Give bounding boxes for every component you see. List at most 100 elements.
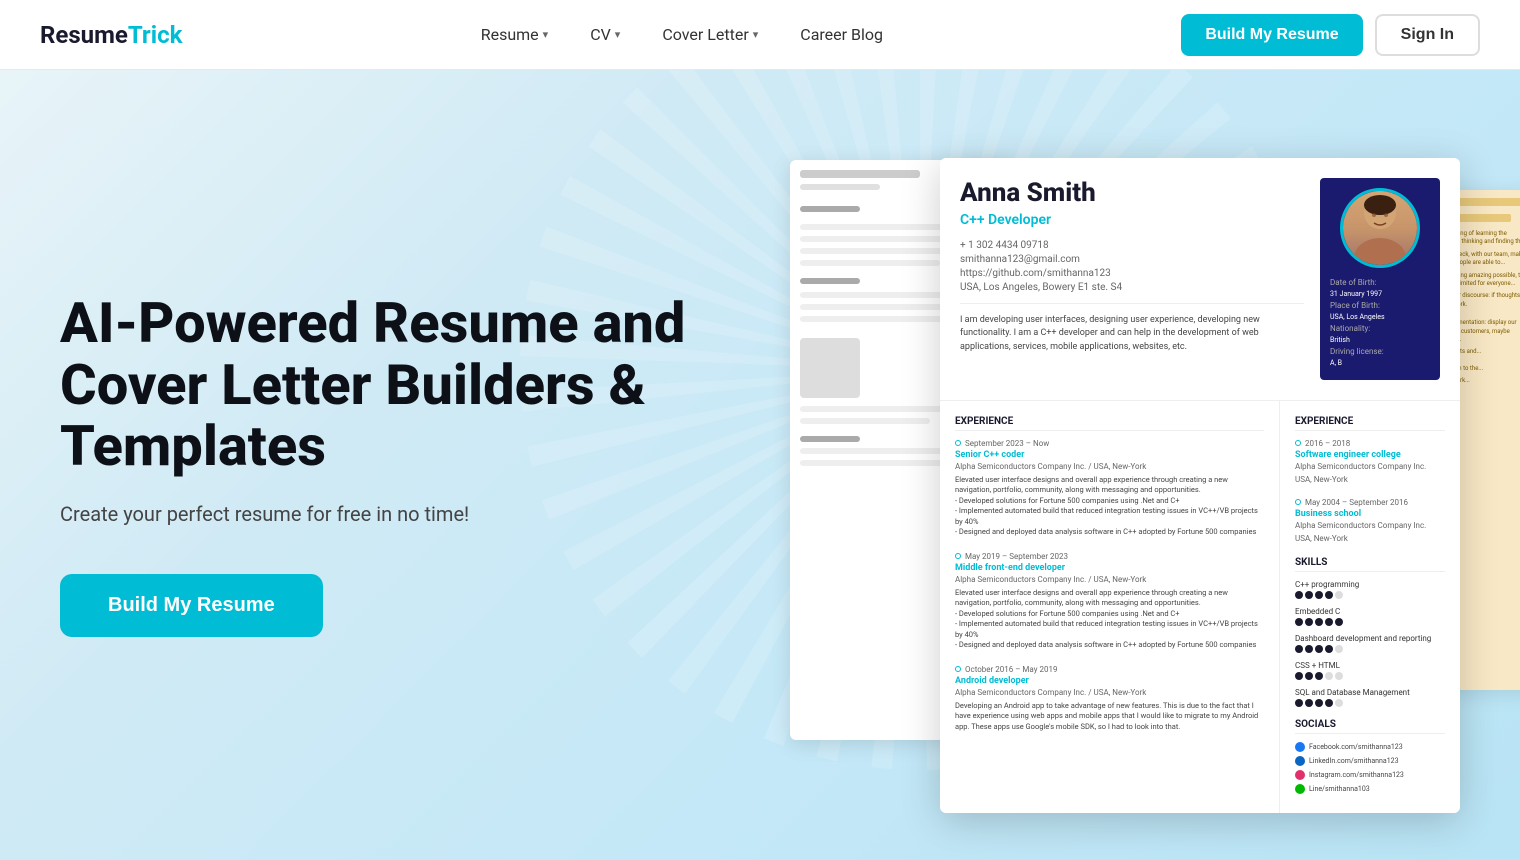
resume-exp-date: May 2019 – September 2023 bbox=[955, 552, 1264, 561]
resume-personal-info: Date of Birth: 31 January 1997 Place of … bbox=[1330, 278, 1430, 370]
skill-dot-empty bbox=[1325, 672, 1333, 680]
skill-dot-filled bbox=[1305, 699, 1313, 707]
resume-social-item: Facebook.com/smithanna123 bbox=[1295, 742, 1445, 752]
resume-preview-area: Anna Smith C++ Developer + 1 302 4434 09… bbox=[820, 110, 1520, 860]
nav-item-resume[interactable]: Resume ▾ bbox=[465, 17, 564, 52]
skill-dot-empty bbox=[1335, 672, 1343, 680]
social-label: LinkedIn.com/smithanna123 bbox=[1309, 757, 1399, 765]
hero-content: AI-Powered Resume and Cover Letter Build… bbox=[0, 233, 760, 697]
resume-edu-location: USA, New-York bbox=[1295, 475, 1445, 484]
skill-name: Embedded C bbox=[1295, 607, 1445, 616]
resume-edu-company: Alpha Semiconductors Company Inc. bbox=[1295, 521, 1445, 530]
resume-skill-item: Dashboard development and reporting bbox=[1295, 634, 1445, 653]
nav-links: Resume ▾ CV ▾ Cover Letter ▾ Career Blog bbox=[465, 17, 899, 52]
social-icon bbox=[1295, 756, 1305, 766]
resume-photo bbox=[1340, 188, 1420, 268]
resume-dob-label: Date of Birth: bbox=[1330, 278, 1377, 287]
skill-dot-filled bbox=[1325, 591, 1333, 599]
resume-edu-company: Alpha Semiconductors Company Inc. bbox=[1295, 462, 1445, 471]
resume-exp-item: May 2019 – September 2023 Middle front-e… bbox=[955, 552, 1264, 651]
resume-social-item: Line/smithanna103 bbox=[1295, 784, 1445, 794]
skill-dots bbox=[1295, 618, 1445, 626]
skill-dot-filled bbox=[1315, 672, 1323, 680]
resume-exp-company: Alpha Semiconductors Company Inc. / USA,… bbox=[955, 462, 1264, 471]
chevron-down-icon: ▾ bbox=[753, 28, 759, 41]
nav-signin-button[interactable]: Sign In bbox=[1375, 14, 1480, 56]
skill-dot-filled bbox=[1325, 618, 1333, 626]
resume-edu-institution: Software engineer college bbox=[1295, 450, 1445, 460]
resume-email: smithanna123@gmail.com bbox=[960, 254, 1304, 265]
resume-header-right: Date of Birth: 31 January 1997 Place of … bbox=[1320, 178, 1440, 380]
skill-dot-filled bbox=[1305, 645, 1313, 653]
hero-build-button[interactable]: Build My Resume bbox=[60, 574, 323, 637]
logo-resume: Resume bbox=[40, 21, 128, 49]
resume-address: USA, Los Angeles, Bowery E1 ste. S4 bbox=[960, 282, 1304, 293]
edu-date-dot bbox=[1295, 499, 1301, 505]
resume-phone: + 1 302 4434 09718 bbox=[960, 240, 1304, 251]
social-icon bbox=[1295, 784, 1305, 794]
resume-body: Experience September 2023 – Now Senior C… bbox=[940, 401, 1460, 813]
nav-item-cv[interactable]: CV ▾ bbox=[574, 17, 636, 52]
skill-dot-filled bbox=[1315, 645, 1323, 653]
nav-item-career-blog[interactable]: Career Blog bbox=[784, 17, 899, 52]
resume-exp-date: September 2023 – Now bbox=[955, 439, 1264, 448]
resume-edu-list: 2016 – 2018 Software engineer college Al… bbox=[1295, 439, 1445, 543]
nav-label-resume: Resume bbox=[481, 25, 539, 44]
skill-dot-filled bbox=[1315, 618, 1323, 626]
resume-edu-location: USA, New-York bbox=[1295, 534, 1445, 543]
skill-dot-filled bbox=[1295, 618, 1303, 626]
social-label: Line/smithanna103 bbox=[1309, 785, 1370, 793]
skill-dot-filled bbox=[1325, 645, 1333, 653]
resume-social-item: LinkedIn.com/smithanna123 bbox=[1295, 756, 1445, 766]
resume-exp-desc: Elevated user interface designs and over… bbox=[955, 475, 1264, 538]
nav-actions: Build My Resume Sign In bbox=[1181, 14, 1480, 56]
resume-edu-date: 2016 – 2018 bbox=[1295, 439, 1445, 448]
resume-license-value: A, B bbox=[1330, 359, 1342, 367]
skill-dot-filled bbox=[1315, 591, 1323, 599]
resume-skills-list: C++ programming Embedded C Dashboard dev… bbox=[1295, 580, 1445, 707]
skill-dot-empty bbox=[1335, 591, 1343, 599]
skill-dot-filled bbox=[1325, 699, 1333, 707]
exp-date-dot bbox=[955, 553, 961, 559]
skill-name: Dashboard development and reporting bbox=[1295, 634, 1445, 643]
skill-dot-filled bbox=[1295, 699, 1303, 707]
resume-skill-item: C++ programming bbox=[1295, 580, 1445, 599]
social-label: Facebook.com/smithanna123 bbox=[1309, 743, 1403, 751]
skill-dots bbox=[1295, 699, 1445, 707]
skill-name: CSS + HTML bbox=[1295, 661, 1445, 670]
navbar: Resume Trick Resume ▾ CV ▾ Cover Letter … bbox=[0, 0, 1520, 70]
resume-header-left: Anna Smith C++ Developer + 1 302 4434 09… bbox=[960, 178, 1304, 380]
resume-edu-title: Experience bbox=[1295, 416, 1445, 431]
resume-job-title: C++ Developer bbox=[960, 212, 1304, 228]
skill-dot-filled bbox=[1295, 645, 1303, 653]
resume-exp-date: October 2016 – May 2019 bbox=[955, 665, 1264, 674]
skill-dot-filled bbox=[1305, 618, 1313, 626]
resume-dob-value: 31 January 1997 bbox=[1330, 290, 1382, 298]
skill-dot-filled bbox=[1315, 699, 1323, 707]
skill-dot-filled bbox=[1305, 672, 1313, 680]
nav-build-button[interactable]: Build My Resume bbox=[1181, 14, 1362, 56]
exp-date-dot bbox=[955, 666, 961, 672]
social-label: Instagram.com/smithanna123 bbox=[1309, 771, 1404, 779]
chevron-down-icon: ▾ bbox=[543, 28, 549, 41]
nav-label-cv: CV bbox=[590, 25, 611, 44]
skill-dots bbox=[1295, 672, 1445, 680]
resume-exp-item: September 2023 – Now Senior C++ coder Al… bbox=[955, 439, 1264, 538]
hero-title: AI-Powered Resume and Cover Letter Build… bbox=[60, 293, 700, 478]
edu-date-dot bbox=[1295, 440, 1301, 446]
hero-section: AI-Powered Resume and Cover Letter Build… bbox=[0, 70, 1520, 860]
logo[interactable]: Resume Trick bbox=[40, 21, 182, 49]
resume-photo-placeholder bbox=[1343, 191, 1417, 265]
skill-dots bbox=[1295, 591, 1445, 599]
skill-name: SQL and Database Management bbox=[1295, 688, 1445, 697]
resume-skills-title: Skills bbox=[1295, 557, 1445, 572]
skill-dot-empty bbox=[1335, 699, 1343, 707]
nav-item-cover-letter[interactable]: Cover Letter ▾ bbox=[646, 17, 774, 52]
hero-subtitle: Create your perfect resume for free in n… bbox=[60, 502, 700, 526]
resume-skill-item: SQL and Database Management bbox=[1295, 688, 1445, 707]
resume-edu-item: May 2004 – September 2016 Business schoo… bbox=[1295, 498, 1445, 543]
resume-body-left: Experience September 2023 – Now Senior C… bbox=[940, 401, 1280, 813]
resume-socials-list: Facebook.com/smithanna123 LinkedIn.com/s… bbox=[1295, 742, 1445, 794]
skill-dot-filled bbox=[1295, 591, 1303, 599]
resume-body-right: Experience 2016 – 2018 Software engineer… bbox=[1280, 401, 1460, 813]
